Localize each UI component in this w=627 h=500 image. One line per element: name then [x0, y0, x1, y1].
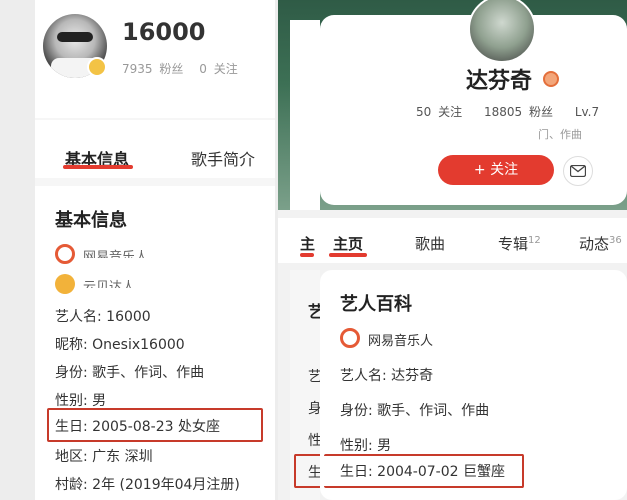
- profile-name: 达芬奇: [466, 69, 533, 94]
- field-identity: 身份: 歌手、作词、作曲: [340, 403, 490, 419]
- profile-name: 16000: [122, 18, 206, 46]
- field-artist-name: 艺人名: 达芬奇: [340, 368, 434, 384]
- left-partial-card: [290, 20, 320, 210]
- fans-label: 粉丝: [528, 105, 553, 119]
- tab-albums-label: 专辑: [498, 235, 529, 253]
- verified-icon: [543, 71, 559, 87]
- left-profile-card: 16000 7935 粉丝 0 关注: [35, 0, 275, 118]
- fans-count: 18805: [483, 105, 523, 119]
- follow-button-label: + 关注: [473, 162, 519, 178]
- level: Lv.7: [574, 105, 600, 119]
- follow-label: 关注: [213, 62, 238, 76]
- follow-count: 0: [199, 62, 207, 76]
- field-region: 地区: 广东 深圳: [55, 449, 153, 465]
- message-button[interactable]: [563, 156, 593, 186]
- field-village-age: 村龄: 2年 (2019年04月注册): [55, 477, 240, 493]
- field-artist-name: 艺人名: 16000: [55, 309, 151, 325]
- stats-row: 50 关注 18805 粉丝 Lv.7: [416, 103, 599, 120]
- badge-music-label: 网易音乐人: [83, 250, 149, 258]
- fans-stat: 7935 粉丝 0 关注: [122, 60, 238, 77]
- tab-albums[interactable]: 专辑12: [498, 233, 541, 254]
- tab-albums-count: 12: [528, 235, 541, 246]
- field-birthday: 生日: 2004-07-02 巨蟹座: [340, 464, 505, 480]
- right-tabs: 主 主页 歌曲 专辑12 动态36: [278, 218, 627, 263]
- field-birthday: 生日: 2005-08-23 处女座: [55, 419, 220, 435]
- badge-icon: [87, 57, 107, 77]
- tab-activity-label: 动态: [579, 235, 610, 253]
- music-badge-icon: [340, 328, 360, 348]
- fans-label: 粉丝: [159, 62, 184, 76]
- tab-songs[interactable]: 歌曲: [415, 233, 445, 254]
- tab-home-underline: [329, 253, 367, 257]
- section-title: 艺人百科: [340, 294, 412, 315]
- tab-home[interactable]: 主页: [333, 233, 363, 254]
- tab-activity-count: 36: [609, 235, 622, 246]
- right-profile-card: 达芬奇 50 关注 18805 粉丝 Lv.7 门、作曲 + 关注: [320, 0, 627, 205]
- badge-cloud-label: 云贝达人: [83, 280, 136, 288]
- partial-tab: 主: [300, 235, 316, 253]
- field-nickname: 昵称: Onesix16000: [55, 337, 185, 353]
- partial-tab-underline: [300, 253, 314, 257]
- follow-button[interactable]: + 关注: [438, 155, 554, 185]
- follow-label: 关注: [438, 105, 463, 119]
- field-gender: 性别: 男: [340, 438, 392, 454]
- tab-singer-intro[interactable]: 歌手简介: [191, 146, 255, 170]
- music-badge-icon: [55, 244, 75, 264]
- right-info-section: 艺人百科 网易音乐人 艺人名: 达芬奇 身份: 歌手、作词、作曲 性别: 男 生…: [320, 270, 627, 500]
- cutoff-highlight: [294, 454, 322, 488]
- field-gender: 性别: 男: [55, 393, 107, 409]
- left-edge-partial: 艺 艺 身 性 生: [290, 270, 324, 500]
- left-tabs: 基本信息 歌手简介: [35, 120, 275, 178]
- section-title: 基本信息: [55, 210, 127, 231]
- tab-activity[interactable]: 动态36: [579, 233, 622, 254]
- tab-basic-info-underline: [63, 165, 133, 169]
- left-info-section: 基本信息 网易音乐人 云贝达人 艺人名: 16000 昵称: Onesix160…: [35, 186, 275, 500]
- subtitle-partial: 门、作曲: [538, 128, 582, 141]
- follow-count: 50: [416, 105, 432, 119]
- cloud-badge-icon: [55, 274, 75, 294]
- avatar[interactable]: [468, 0, 536, 63]
- field-identity: 身份: 歌手、作词、作曲: [55, 365, 205, 381]
- badge-music-label: 网易音乐人: [368, 334, 434, 349]
- fans-count: 7935: [122, 62, 153, 76]
- mail-icon: [570, 165, 586, 177]
